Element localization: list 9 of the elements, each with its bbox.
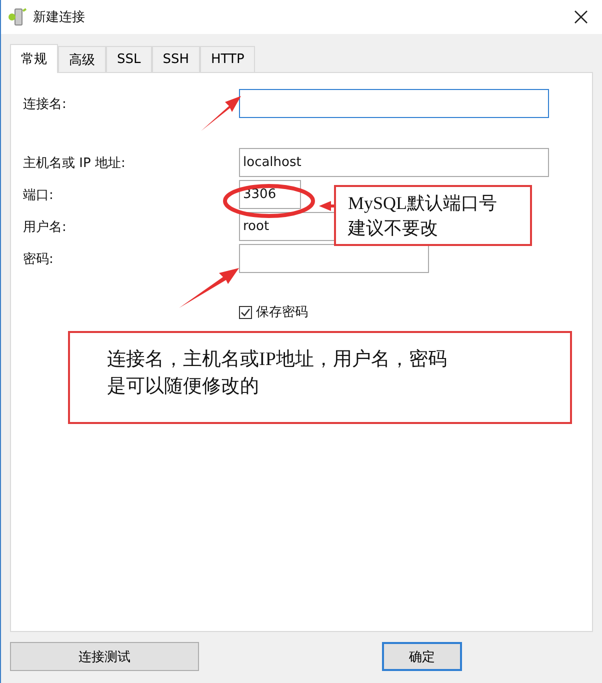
field-label: 连接名: bbox=[23, 96, 68, 112]
field-label: 用户名: bbox=[23, 218, 68, 236]
callout-tooltip: 连接名，主机名或IP地址，用户名，密码 是可以随便修改的 bbox=[68, 331, 572, 424]
field-label: 主机名或 IP 地址: bbox=[23, 154, 126, 172]
callout-tooltip: MySQL默认端口号 建议不要改 bbox=[334, 185, 532, 246]
field-label: 端口: bbox=[23, 186, 54, 204]
field-label: 密码: bbox=[23, 250, 54, 268]
checkbox-label: 保存密码 bbox=[256, 304, 308, 321]
window-title: 新建连接 bbox=[33, 9, 85, 26]
